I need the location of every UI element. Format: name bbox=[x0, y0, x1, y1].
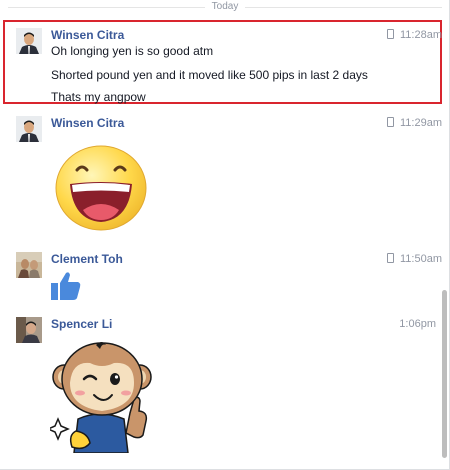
monkey-sticker[interactable] bbox=[46, 339, 154, 454]
avatar-winsen-citra[interactable] bbox=[16, 116, 42, 142]
phone-icon bbox=[387, 29, 394, 39]
avatar-winsen-citra[interactable] bbox=[16, 28, 42, 54]
message-text: Oh longing yen is so good atm bbox=[51, 44, 214, 58]
message-time: 11:28am bbox=[387, 29, 442, 41]
laughing-emoji-sticker[interactable] bbox=[53, 140, 149, 232]
sender-name[interactable]: Winsen Citra bbox=[51, 116, 124, 130]
message-time: 11:50am bbox=[387, 253, 442, 265]
avatar-spencer-li[interactable] bbox=[16, 317, 42, 343]
phone-icon bbox=[387, 253, 394, 263]
message-text: Thats my angpow bbox=[51, 90, 146, 104]
scrollbar[interactable] bbox=[442, 290, 447, 458]
message-time: 1:06pm bbox=[399, 318, 436, 330]
sender-name[interactable]: Clement Toh bbox=[51, 252, 123, 266]
phone-icon bbox=[387, 117, 394, 127]
day-separator: Today bbox=[8, 0, 442, 14]
avatar-clement-toh[interactable] bbox=[16, 252, 42, 278]
message-text: Shorted pound yen and it moved like 500 … bbox=[51, 68, 368, 82]
sender-name[interactable]: Spencer Li bbox=[51, 317, 112, 331]
like-thumbs-up-icon[interactable] bbox=[51, 270, 81, 302]
message-time: 11:29am bbox=[387, 117, 442, 129]
sender-name[interactable]: Winsen Citra bbox=[51, 28, 124, 42]
